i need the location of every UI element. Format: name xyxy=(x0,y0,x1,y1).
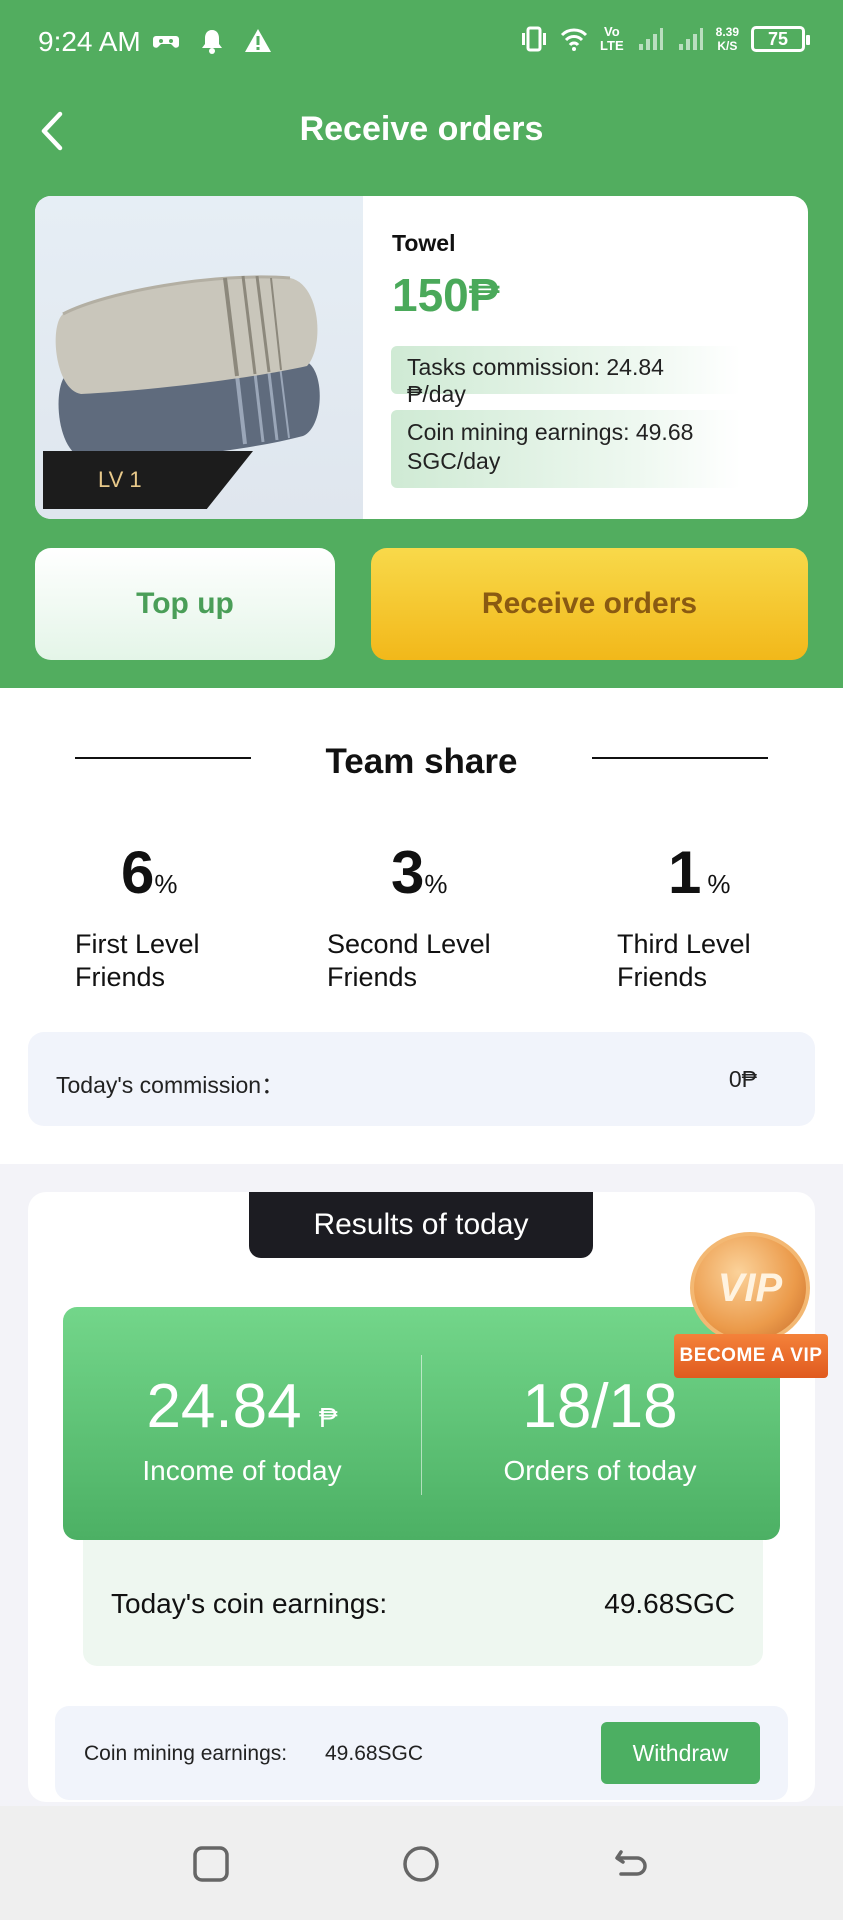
team-share-title: Team share xyxy=(325,742,518,781)
network-speed-value: 8.39 xyxy=(715,25,739,39)
first-level-percent: 6% xyxy=(121,838,178,907)
signal-icon xyxy=(638,28,663,50)
percent-unit: % xyxy=(154,869,178,899)
todays-commission-label: Today's commission： xyxy=(56,1072,285,1098)
product-card: LV 1 Towel 150₱ Tasks commission: 24.84 … xyxy=(35,196,808,519)
signal-icon-2 xyxy=(678,28,703,50)
system-navigation-bar xyxy=(0,1806,843,1920)
first-level-label-line2: Friends xyxy=(75,962,166,992)
status-time: 9:24 AM xyxy=(38,26,141,57)
todays-coin-earnings-strip: Today's coin earnings: 49.68SGC xyxy=(83,1540,763,1666)
income-of-today-value: 24.84 ₱ xyxy=(63,1371,421,1442)
withdraw-button[interactable]: Withdraw xyxy=(601,1722,760,1784)
todays-coin-earnings-label: Today's coin earnings: xyxy=(111,1588,388,1619)
first-level-label-line1: First Level xyxy=(75,929,200,959)
game-controller-icon xyxy=(153,36,179,48)
page-title: Receive orders xyxy=(299,110,544,148)
percent-unit: % xyxy=(424,869,448,899)
top-up-button[interactable]: Top up xyxy=(35,548,335,660)
network-speed-unit: K/S xyxy=(717,39,738,53)
income-of-today-label: Income of today xyxy=(142,1455,342,1486)
coin-mining-earnings-label: Coin mining earnings: xyxy=(84,1742,288,1765)
battery-indicator: 75 xyxy=(751,26,810,52)
percent-unit: % xyxy=(707,869,731,899)
status-right-icons: Vo LTE 8.39 K/S 75 xyxy=(520,24,810,54)
todays-commission-value: 0₱ xyxy=(728,1066,757,1092)
first-level-label: First Level Friends xyxy=(75,928,200,994)
back-icon[interactable] xyxy=(611,1844,651,1884)
product-price: 150₱ xyxy=(392,269,500,321)
orders-of-today-label: Orders of today xyxy=(503,1455,697,1486)
todays-coin-earnings-value: 49.68SGC xyxy=(604,1588,735,1619)
third-level-label-line2: Friends xyxy=(617,962,708,992)
vip-coin-icon: VIP xyxy=(690,1232,810,1344)
coin-mining-earnings-bar: Coin mining earnings: 49.68SGC Withdraw xyxy=(55,1706,788,1800)
third-level-label: Third Level Friends xyxy=(617,928,751,994)
peso-currency: ₱ xyxy=(318,1402,338,1433)
become-vip-ribbon: BECOME A VIP xyxy=(674,1334,828,1378)
second-level-label: Second Level Friends xyxy=(327,928,491,994)
third-level-percent: 1% xyxy=(668,838,731,907)
network-speed: 8.39 K/S xyxy=(716,25,739,53)
team-share-section: Team share 6% First Level Friends 3% Sec… xyxy=(0,688,843,1164)
wifi-icon xyxy=(560,28,588,51)
status-bar: 9:24 AM Vo LTE 8.39 K/S 75 xyxy=(0,0,843,86)
todays-commission-bar: Today's commission： 0₱ xyxy=(28,1032,815,1126)
second-level-percent: 3% xyxy=(391,838,448,907)
header-section: 9:24 AM Vo LTE 8.39 K/S 75 Receive order… xyxy=(0,0,843,688)
first-level-percent-value: 6 xyxy=(121,839,155,906)
vibrate-icon xyxy=(522,26,547,52)
volte-top-text: Vo xyxy=(604,24,620,39)
product-image: LV 1 xyxy=(35,196,363,519)
coin-mining-pill: Coin mining earnings: 49.68 SGC/day xyxy=(391,410,741,488)
warning-icon xyxy=(245,29,271,52)
recent-apps-icon[interactable] xyxy=(191,1844,231,1884)
status-left-icons xyxy=(152,26,272,56)
title-divider-right xyxy=(592,757,768,759)
third-level-percent-value: 1 xyxy=(668,839,702,906)
notification-bell-icon xyxy=(202,30,222,54)
become-vip-badge[interactable]: VIP BECOME A VIP xyxy=(672,1224,830,1394)
product-name: Towel xyxy=(392,230,456,256)
second-level-label-line2: Friends xyxy=(327,962,418,992)
receive-orders-button[interactable]: Receive orders xyxy=(371,548,808,660)
volte-indicator: Vo LTE xyxy=(600,25,624,53)
income-amount: 24.84 xyxy=(146,1372,302,1441)
results-of-today-tab: Results of today xyxy=(249,1192,593,1258)
tasks-commission-pill: Tasks commission: 24.84 ₱/day xyxy=(391,346,741,407)
third-level-label-line1: Third Level xyxy=(617,929,751,959)
home-icon[interactable] xyxy=(401,1844,441,1884)
coin-mining-earnings-value: 49.68SGC xyxy=(325,1742,424,1765)
second-level-label-line1: Second Level xyxy=(327,929,491,959)
second-level-percent-value: 3 xyxy=(391,839,425,906)
volte-bottom-text: LTE xyxy=(600,38,624,53)
